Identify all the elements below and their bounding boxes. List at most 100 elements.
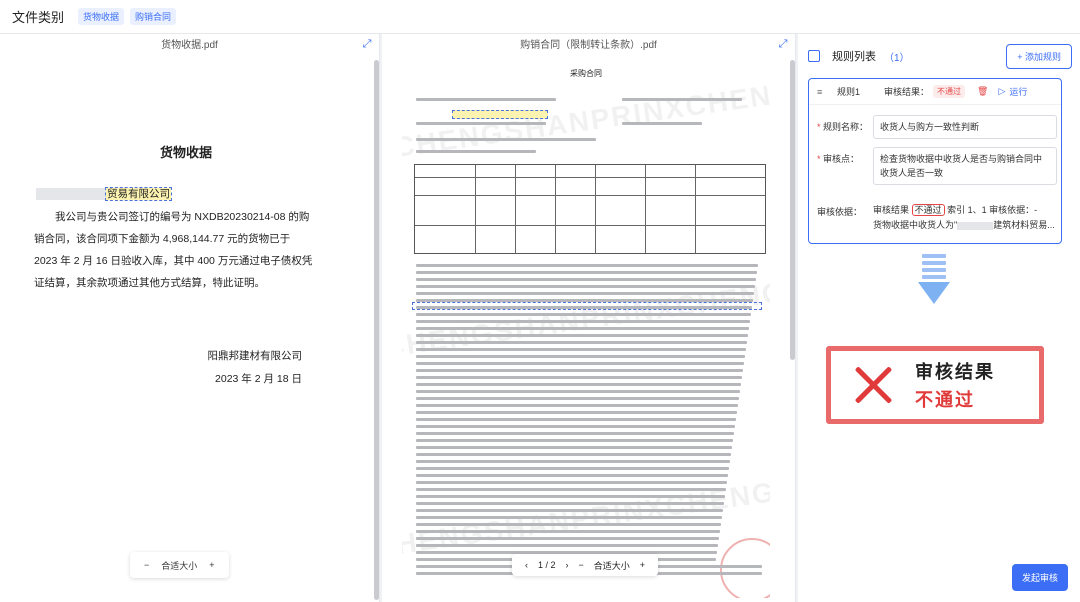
zoom-out-button[interactable]: − (144, 560, 149, 570)
next-page-button[interactable]: › (566, 560, 569, 570)
file-category-title: 文件类别 (12, 10, 65, 25)
contract-text-line (622, 122, 702, 125)
buyer-highlight[interactable] (452, 110, 548, 119)
contract-panel: 购销合同（限制转让条款）.pdf ⤢ CHENGSHANPRINXCHENGSH… (382, 34, 796, 602)
contract-text-line (416, 509, 723, 512)
play-icon[interactable]: ▷ (998, 86, 1005, 97)
recipient-highlight[interactable]: 贸易有限公司 (105, 187, 172, 201)
basis-badge: 不通过 (911, 204, 945, 216)
receipt-file-header: 货物收据.pdf ⤢ (0, 34, 379, 58)
contract-text-line (416, 369, 743, 372)
result-status: 不通过 (915, 390, 975, 410)
rule-card[interactable]: ≡ 规则1 审核结果： 不通过 🗑 ▷ 运行 * 规则名称： 收货人与购方一致性… (808, 78, 1062, 244)
receipt-sign-date: 2023 年 2 月 18 日 (215, 373, 302, 385)
contract-text-line (622, 98, 742, 101)
add-rule-button[interactable]: + 添加规则 (1006, 44, 1072, 69)
audit-point-input[interactable]: 检查货物收据中收货人是否与购销合同中收货人是否一致 (873, 147, 1057, 185)
receipt-document: 货物收据 贸易有限公司 我公司与贵公司签订的编号为 NXDB20230214-0… (0, 58, 372, 598)
contract-text-line (416, 530, 720, 533)
top-bar: 文件类别 货物收据 购销合同 (0, 0, 1080, 34)
contract-text-line (416, 411, 737, 414)
contract-text-line (416, 271, 757, 274)
table-col-line (595, 165, 596, 253)
contract-text-line (416, 320, 750, 323)
zoom-in-button[interactable]: + (640, 560, 645, 570)
contract-text-line (416, 138, 596, 141)
table-col-line (515, 165, 516, 253)
contract-text-line (416, 362, 744, 365)
zoom-in-button[interactable]: + (209, 560, 214, 570)
contract-text-line (416, 474, 728, 477)
rule-name-label: * 规则名称： (817, 122, 869, 132)
contract-text-line (416, 495, 725, 498)
expand-icon[interactable]: ⤢ (777, 38, 789, 50)
run-button[interactable]: 运行 (1009, 85, 1027, 98)
contract-title: 采购合同 (570, 69, 602, 78)
table-row-line (415, 177, 765, 178)
receipt-title: 货物收据 (159, 145, 212, 160)
prev-page-button[interactable]: ‹ (525, 560, 528, 570)
receipt-filename: 货物收据.pdf (161, 40, 218, 51)
select-all-checkbox[interactable] (808, 50, 820, 62)
contract-text-line (416, 418, 736, 421)
receipt-zoom-control: − 合适大小 + (130, 552, 229, 578)
expand-icon[interactable]: ⤢ (361, 38, 373, 50)
contract-text-line (416, 98, 556, 101)
contract-text-line (416, 523, 721, 526)
zoom-label[interactable]: 合适大小 (161, 559, 197, 572)
contract-pager: ‹ 1 / 2 › − 合适大小 + (512, 554, 659, 576)
receipt-panel: 货物收据.pdf ⤢ 货物收据 贸易有限公司 我公司与贵公司签订的编号为 NXD… (0, 34, 380, 602)
rules-panel: 规则列表 （1） + 添加规则 ≡ 规则1 审核结果： 不通过 🗑 ▷ 运行 *… (798, 34, 1080, 602)
contract-text-line (416, 516, 722, 519)
receipt-scrollbar[interactable] (374, 60, 379, 600)
receipt-recipient: 贸易有限公司 (36, 186, 172, 201)
contract-text-line (416, 544, 718, 547)
contract-text-line (416, 334, 748, 337)
contract-document: CHENGSHANPRINXCHENGSHAN CHENGSHANPRINXCH… (402, 58, 770, 598)
result-label: 审核结果： (884, 87, 930, 97)
result-badge: 不通过 (933, 85, 966, 98)
trash-icon[interactable]: 🗑 (977, 86, 988, 97)
contract-text-line (416, 313, 751, 316)
rule-card-header: ≡ 规则1 审核结果： 不通过 🗑 ▷ 运行 (809, 79, 1061, 105)
table-col-line (645, 165, 646, 253)
contract-text-line (416, 299, 753, 302)
start-audit-button[interactable]: 发起审核 (1011, 564, 1068, 591)
table-row-line (415, 225, 765, 226)
receipt-body: 我公司与贵公司签订的编号为 NXDB20230214-08 的购销合同，该合同项… (34, 206, 314, 294)
chip-contract[interactable]: 购销合同 (130, 8, 177, 25)
contract-text-line (416, 122, 546, 125)
contract-text-line (416, 341, 747, 344)
drag-handle-icon[interactable]: ≡ (817, 87, 827, 97)
seal-stamp (720, 538, 770, 598)
contract-text-line (416, 460, 730, 463)
cross-icon (853, 365, 893, 405)
chip-receipt[interactable]: 货物收据 (78, 8, 125, 25)
rule-name: 规则1 (837, 87, 861, 97)
contract-file-header: 购销合同（限制转让条款）.pdf ⤢ (382, 34, 795, 58)
contract-text-line (416, 376, 742, 379)
contract-text-line (416, 355, 745, 358)
zoom-label[interactable]: 合适大小 (594, 559, 630, 572)
audit-result-callout: 审核结果 不通过 (826, 346, 1044, 424)
contract-text-line (416, 306, 752, 309)
rule-name-input[interactable]: 收货人与购方一致性判断 (873, 115, 1057, 139)
rules-header: 规则列表 （1） + 添加规则 (808, 42, 1072, 70)
contract-filename: 购销合同（限制转让条款）.pdf (520, 40, 657, 51)
contract-text-line (416, 404, 738, 407)
contract-text-line (416, 453, 731, 456)
contract-text-line (416, 383, 741, 386)
contract-text-line (416, 397, 739, 400)
contract-text-line (416, 278, 756, 281)
down-arrow-icon (918, 254, 950, 304)
table-row-line (415, 195, 765, 196)
watermark: CHENGSHANPRINXCHENGSHAN (402, 463, 770, 564)
contract-text-line (416, 390, 740, 393)
contract-text-line (416, 285, 755, 288)
contract-text-line (416, 264, 758, 267)
contract-text-line (416, 537, 719, 540)
basis-label: 审核依据： (817, 207, 863, 217)
contract-scrollbar[interactable] (790, 60, 795, 360)
zoom-out-button[interactable]: − (579, 560, 584, 570)
contract-table (414, 164, 766, 254)
